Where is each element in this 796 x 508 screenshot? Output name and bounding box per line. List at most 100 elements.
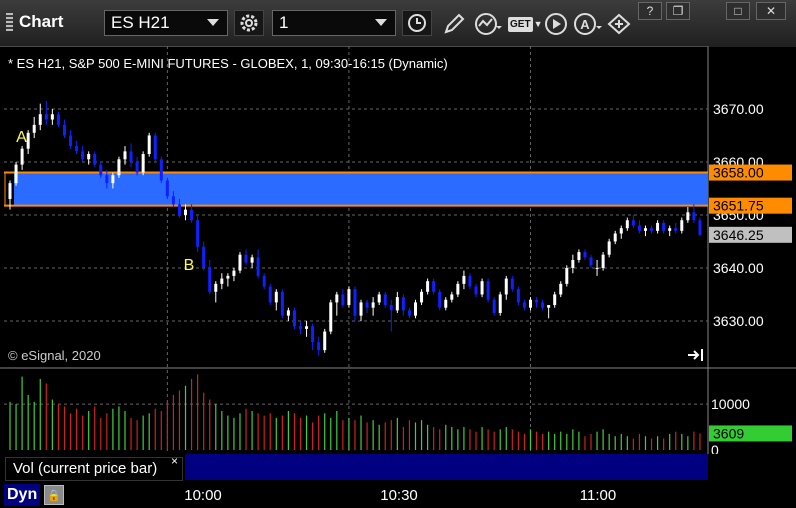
candle-body[interactable] [462, 275, 466, 284]
candle-body[interactable] [305, 326, 309, 329]
candle-body[interactable] [135, 161, 139, 173]
candle-body[interactable] [662, 222, 666, 231]
candle-body[interactable] [75, 146, 79, 152]
candle-body[interactable] [214, 283, 218, 292]
candle-body[interactable] [69, 135, 73, 147]
candle-body[interactable] [619, 228, 623, 234]
candle-body[interactable] [87, 154, 91, 160]
candle-body[interactable] [668, 228, 672, 231]
candle-body[interactable] [165, 180, 169, 197]
candle-body[interactable] [474, 286, 478, 295]
lock-icon[interactable]: 🔒 [44, 485, 64, 505]
candle-body[interactable] [208, 267, 212, 292]
candle-body[interactable] [44, 114, 48, 120]
candle-body[interactable] [365, 302, 369, 308]
candle-body[interactable] [607, 241, 611, 255]
candle-body[interactable] [486, 281, 490, 300]
candle-body[interactable] [498, 294, 502, 313]
candle-body[interactable] [559, 283, 563, 295]
candle-body[interactable] [238, 254, 242, 271]
candle-body[interactable] [383, 294, 387, 306]
candle-body[interactable] [444, 299, 448, 308]
candle-body[interactable] [38, 114, 42, 125]
candle-body[interactable] [341, 294, 345, 306]
candle-body[interactable] [335, 294, 339, 303]
candle-body[interactable] [129, 151, 133, 162]
candle-body[interactable] [637, 225, 641, 231]
candle-body[interactable] [577, 252, 581, 260]
candle-body[interactable] [93, 154, 97, 165]
chevron-down-icon[interactable] [207, 19, 219, 26]
volume-pane-label[interactable]: Vol (current price bar) [5, 457, 183, 481]
candle-body[interactable] [202, 246, 206, 268]
candle-body[interactable] [565, 267, 569, 284]
candle-body[interactable] [686, 212, 690, 221]
candle-body[interactable] [456, 283, 460, 295]
symbol-combo[interactable]: ES H21 [104, 10, 228, 36]
candle-body[interactable] [438, 291, 442, 308]
candle-body[interactable] [250, 257, 254, 263]
candle-body[interactable] [14, 164, 18, 184]
analyst-button[interactable]: A [573, 12, 603, 36]
candle-body[interactable] [153, 135, 157, 160]
candle-body[interactable] [286, 310, 290, 316]
candle-body[interactable] [450, 294, 454, 300]
candle-body[interactable] [8, 183, 12, 200]
candle-body[interactable] [413, 302, 417, 316]
candle-body[interactable] [226, 275, 230, 279]
candle-body[interactable] [280, 291, 284, 316]
candle-body[interactable] [81, 151, 85, 160]
candle-body[interactable] [171, 196, 175, 205]
study-button[interactable] [474, 12, 502, 36]
close-icon[interactable]: × [171, 454, 178, 468]
candle-body[interactable] [50, 114, 54, 120]
candle-body[interactable] [395, 297, 399, 311]
dom-button[interactable] [606, 12, 632, 36]
candle-body[interactable] [547, 305, 551, 308]
grip-icon[interactable] [6, 13, 13, 31]
candle-body[interactable] [420, 291, 424, 303]
candle-body[interactable] [480, 281, 484, 295]
candle-body[interactable] [268, 286, 272, 303]
candle-body[interactable] [407, 310, 411, 316]
candle-body[interactable] [117, 159, 121, 176]
link-button[interactable]: ? [638, 2, 662, 20]
candle-body[interactable] [190, 209, 194, 221]
candle-body[interactable] [389, 305, 393, 311]
candle-body[interactable] [244, 254, 248, 263]
candle-body[interactable] [631, 220, 635, 226]
candle-body[interactable] [20, 148, 24, 165]
candle-body[interactable] [299, 326, 303, 329]
candle-body[interactable] [680, 220, 684, 231]
candle-body[interactable] [196, 220, 200, 247]
candle-body[interactable] [256, 257, 260, 276]
candle-body[interactable] [528, 299, 532, 308]
candle-body[interactable] [262, 275, 266, 287]
candle-body[interactable] [56, 114, 60, 125]
candle-body[interactable] [535, 299, 539, 303]
candle-body[interactable] [123, 151, 127, 160]
candle-body[interactable] [692, 212, 696, 221]
candle-body[interactable] [698, 220, 702, 235]
candle-body[interactable] [317, 342, 321, 351]
annotation-b[interactable]: B [184, 257, 195, 274]
candle-body[interactable] [625, 220, 629, 229]
candle-body[interactable] [541, 302, 545, 308]
candle-body[interactable] [99, 164, 103, 176]
play-button[interactable] [544, 12, 568, 36]
chevron-down-icon[interactable] [375, 19, 387, 26]
candle-body[interactable] [323, 331, 327, 351]
chart-area[interactable]: 3670.003660.003650.003640.003630.003658.… [0, 46, 796, 454]
dynamic-mode-button[interactable]: Dyn [4, 484, 41, 506]
close-button[interactable]: ✕ [756, 2, 786, 20]
candle-body[interactable] [177, 204, 181, 215]
candle-body[interactable] [329, 302, 333, 332]
scroll-to-end-icon[interactable] [688, 349, 703, 361]
candle-body[interactable] [62, 124, 66, 136]
candle-body[interactable] [377, 294, 381, 303]
candle-body[interactable] [468, 275, 472, 287]
interval-combo[interactable]: 1 [272, 10, 396, 36]
candle-body[interactable] [353, 289, 357, 316]
candle-body[interactable] [184, 209, 188, 215]
candle-body[interactable] [516, 289, 520, 303]
